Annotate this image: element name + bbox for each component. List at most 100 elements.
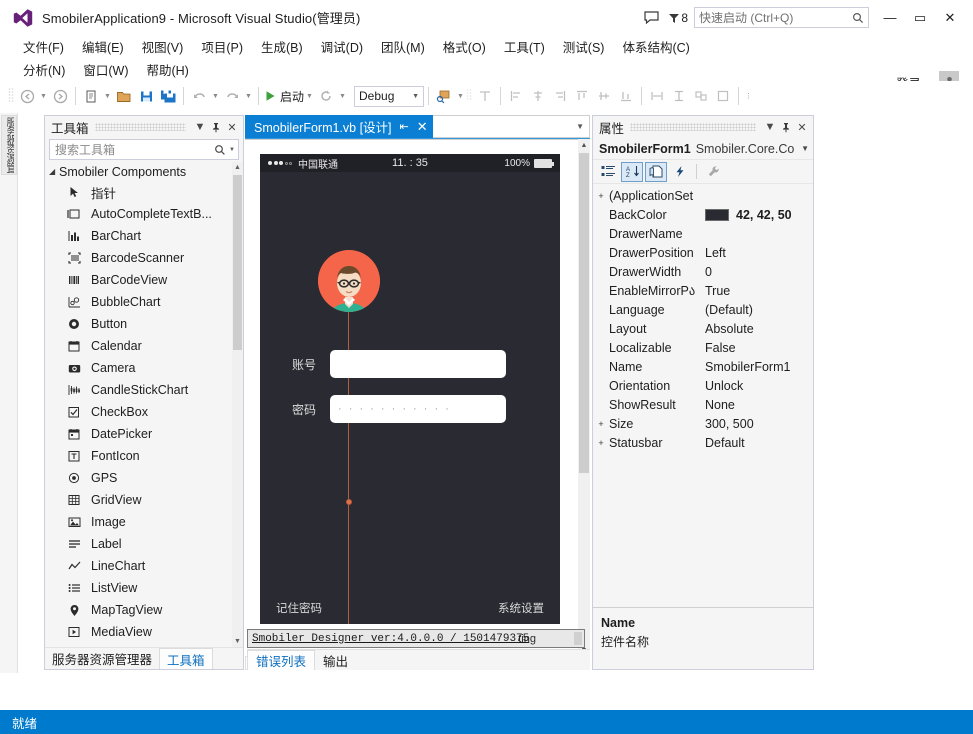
property-value[interactable]: False bbox=[705, 341, 813, 355]
property-row-drawername[interactable]: DrawerName bbox=[593, 224, 813, 243]
property-row-localizable[interactable]: Localizable False bbox=[593, 338, 813, 357]
menu-architecture[interactable]: 体系结构(C) bbox=[613, 35, 698, 58]
align-bottoms-icon[interactable] bbox=[615, 85, 637, 107]
properties-grid[interactable]: + (ApplicationSet BackColor 42, 42, 50 D… bbox=[593, 184, 813, 607]
chevron-down-icon[interactable]: ▼ bbox=[801, 144, 809, 153]
open-file-icon[interactable] bbox=[113, 85, 135, 107]
events-lightning-icon[interactable] bbox=[669, 162, 691, 182]
toolbar-grip[interactable] bbox=[8, 87, 16, 105]
back-dropdown-icon[interactable]: ▼ bbox=[38, 93, 49, 100]
maximize-button[interactable]: ▭ bbox=[905, 5, 935, 31]
bottom-tab-output[interactable]: 输出 bbox=[315, 650, 356, 670]
password-field-row[interactable]: 密码 · · · · · · · · · · · bbox=[272, 395, 506, 423]
properties-object-selector[interactable]: SmobilerForm1 Smobiler.Core.Co ▼ bbox=[593, 138, 813, 160]
attach-to-process-icon[interactable] bbox=[433, 85, 455, 107]
property-row-language[interactable]: Language (Default) bbox=[593, 300, 813, 319]
account-field[interactable] bbox=[330, 350, 506, 378]
toolbox-item-list[interactable]: ◢ Smobiler Compoments 指针 AutoCompleteTex… bbox=[45, 162, 243, 647]
align-tops-icon[interactable] bbox=[571, 85, 593, 107]
property-row-name[interactable]: Name SmobilerForm1 bbox=[593, 357, 813, 376]
align-centers-icon[interactable] bbox=[527, 85, 549, 107]
toolbox-item-barchart[interactable]: BarChart bbox=[45, 225, 243, 247]
property-value[interactable]: True bbox=[705, 284, 813, 298]
toolbox-item-linechart[interactable]: LineChart bbox=[45, 555, 243, 577]
system-settings-label[interactable]: 系统设置 bbox=[498, 600, 544, 616]
attach-dropdown-icon[interactable]: ▼ bbox=[455, 93, 466, 100]
size-to-grid-icon[interactable] bbox=[712, 85, 734, 107]
property-row-enablemirrorpage[interactable]: EnableMirrorPა True bbox=[593, 281, 813, 300]
toolbox-item-image[interactable]: Image bbox=[45, 511, 243, 533]
make-same-size-icon[interactable] bbox=[690, 85, 712, 107]
document-tab-overflow-area[interactable]: ▼ bbox=[432, 115, 590, 138]
redo-dropdown-icon[interactable]: ▼ bbox=[243, 93, 254, 100]
pin-icon[interactable] bbox=[778, 118, 794, 136]
toolbox-item-pointer[interactable]: 指针 bbox=[45, 181, 243, 203]
close-icon[interactable]: ✕ bbox=[417, 119, 428, 135]
user-avatar-illustration[interactable] bbox=[318, 250, 380, 312]
toolbox-item-autocompletetextbox[interactable]: AutoCompleteTextB... bbox=[45, 203, 243, 225]
save-icon[interactable] bbox=[135, 85, 157, 107]
minimize-button[interactable]: — bbox=[875, 5, 905, 31]
chevron-down-icon[interactable]: ▼ bbox=[192, 118, 208, 136]
toolbar-overflow-icon[interactable]: ⋮ bbox=[743, 92, 754, 100]
new-project-dropdown-icon[interactable]: ▼ bbox=[102, 93, 113, 100]
pin-icon[interactable]: ⇤ bbox=[400, 120, 409, 133]
categorized-view-icon[interactable] bbox=[597, 162, 619, 182]
menu-team[interactable]: 团队(M) bbox=[372, 35, 434, 58]
property-value[interactable]: 0 bbox=[705, 265, 813, 279]
property-value[interactable]: Default bbox=[705, 436, 813, 450]
toolbox-item-calendar[interactable]: Calendar bbox=[45, 335, 243, 357]
tooltip-scroll-thumb[interactable] bbox=[574, 632, 582, 645]
property-value[interactable]: None bbox=[705, 398, 813, 412]
property-value[interactable]: Unlock bbox=[705, 379, 813, 393]
toolbox-item-label[interactable]: Label bbox=[45, 533, 243, 555]
property-row-backcolor[interactable]: BackColor 42, 42, 50 bbox=[593, 205, 813, 224]
toolbox-item-button[interactable]: Button bbox=[45, 313, 243, 335]
toolbox-scrollbar[interactable]: ▲ ▼ bbox=[232, 162, 243, 647]
undo-dropdown-icon[interactable]: ▼ bbox=[210, 93, 221, 100]
toolbox-item-maptagview[interactable]: MapTagView bbox=[45, 599, 243, 621]
chevron-down-icon[interactable]: ▼ bbox=[762, 118, 778, 136]
navigate-back-icon[interactable] bbox=[16, 85, 38, 107]
toolbox-item-listview[interactable]: ListView bbox=[45, 577, 243, 599]
toolbox-item-pageview[interactable]: PageView bbox=[45, 643, 243, 647]
toolbox-item-fonticon[interactable]: FontIcon bbox=[45, 445, 243, 467]
property-row-applicationset[interactable]: + (ApplicationSet bbox=[593, 186, 813, 205]
feedback-smiley-icon[interactable] bbox=[638, 0, 664, 35]
toolbox-item-gridview[interactable]: GridView bbox=[45, 489, 243, 511]
toolbox-item-barcodeview[interactable]: BarCodeView bbox=[45, 269, 243, 291]
chevron-down-icon[interactable]: ▼ bbox=[576, 122, 584, 131]
property-pages-icon[interactable] bbox=[645, 161, 667, 182]
toolbox-group-smobiler[interactable]: ◢ Smobiler Compoments bbox=[45, 162, 243, 181]
align-rights-icon[interactable] bbox=[549, 85, 571, 107]
property-value[interactable]: 300, 500 bbox=[705, 417, 813, 431]
menu-build[interactable]: 生成(B) bbox=[252, 35, 312, 58]
v-scroll-thumb[interactable] bbox=[579, 153, 589, 473]
align-middles-icon[interactable] bbox=[593, 85, 615, 107]
property-row-orientation[interactable]: Orientation Unlock bbox=[593, 376, 813, 395]
property-row-showresult[interactable]: ShowResult None bbox=[593, 395, 813, 414]
menu-window[interactable]: 窗口(W) bbox=[74, 58, 137, 81]
close-icon[interactable]: ✕ bbox=[224, 118, 240, 136]
dock-tab-server-explorer[interactable]: 服务器资源管理器 bbox=[45, 648, 159, 669]
toolbox-item-gps[interactable]: GPS bbox=[45, 467, 243, 489]
new-project-icon[interactable] bbox=[80, 85, 102, 107]
close-icon[interactable]: ✕ bbox=[794, 118, 810, 136]
account-field-row[interactable]: 账号 bbox=[272, 350, 506, 378]
pin-icon[interactable] bbox=[208, 118, 224, 136]
menu-analyze[interactable]: 分析(N) bbox=[14, 58, 74, 81]
designer-canvas[interactable]: 中国联通 11. : 35 100% 账号 密码 · · · · · · · ·… bbox=[245, 139, 578, 670]
designer-vertical-scrollbar[interactable]: ▲ ▼ bbox=[578, 139, 590, 656]
menu-help[interactable]: 帮助(H) bbox=[137, 58, 197, 81]
toolbox-item-datepicker[interactable]: DatePicker bbox=[45, 423, 243, 445]
scroll-down-icon[interactable]: ▼ bbox=[232, 636, 243, 647]
property-value[interactable]: Left bbox=[705, 246, 813, 260]
toolbox-item-barcodescanner[interactable]: BarcodeScanner bbox=[45, 247, 243, 269]
property-row-drawerposition[interactable]: DrawerPosition Left bbox=[593, 243, 813, 262]
redo-icon[interactable] bbox=[221, 85, 243, 107]
expand-icon[interactable]: + bbox=[593, 191, 609, 201]
start-dropdown-icon[interactable]: ▼ bbox=[304, 93, 315, 100]
make-same-width-icon[interactable] bbox=[646, 85, 668, 107]
property-row-drawerwidth[interactable]: DrawerWidth 0 bbox=[593, 262, 813, 281]
scroll-up-icon[interactable]: ▲ bbox=[578, 139, 590, 151]
